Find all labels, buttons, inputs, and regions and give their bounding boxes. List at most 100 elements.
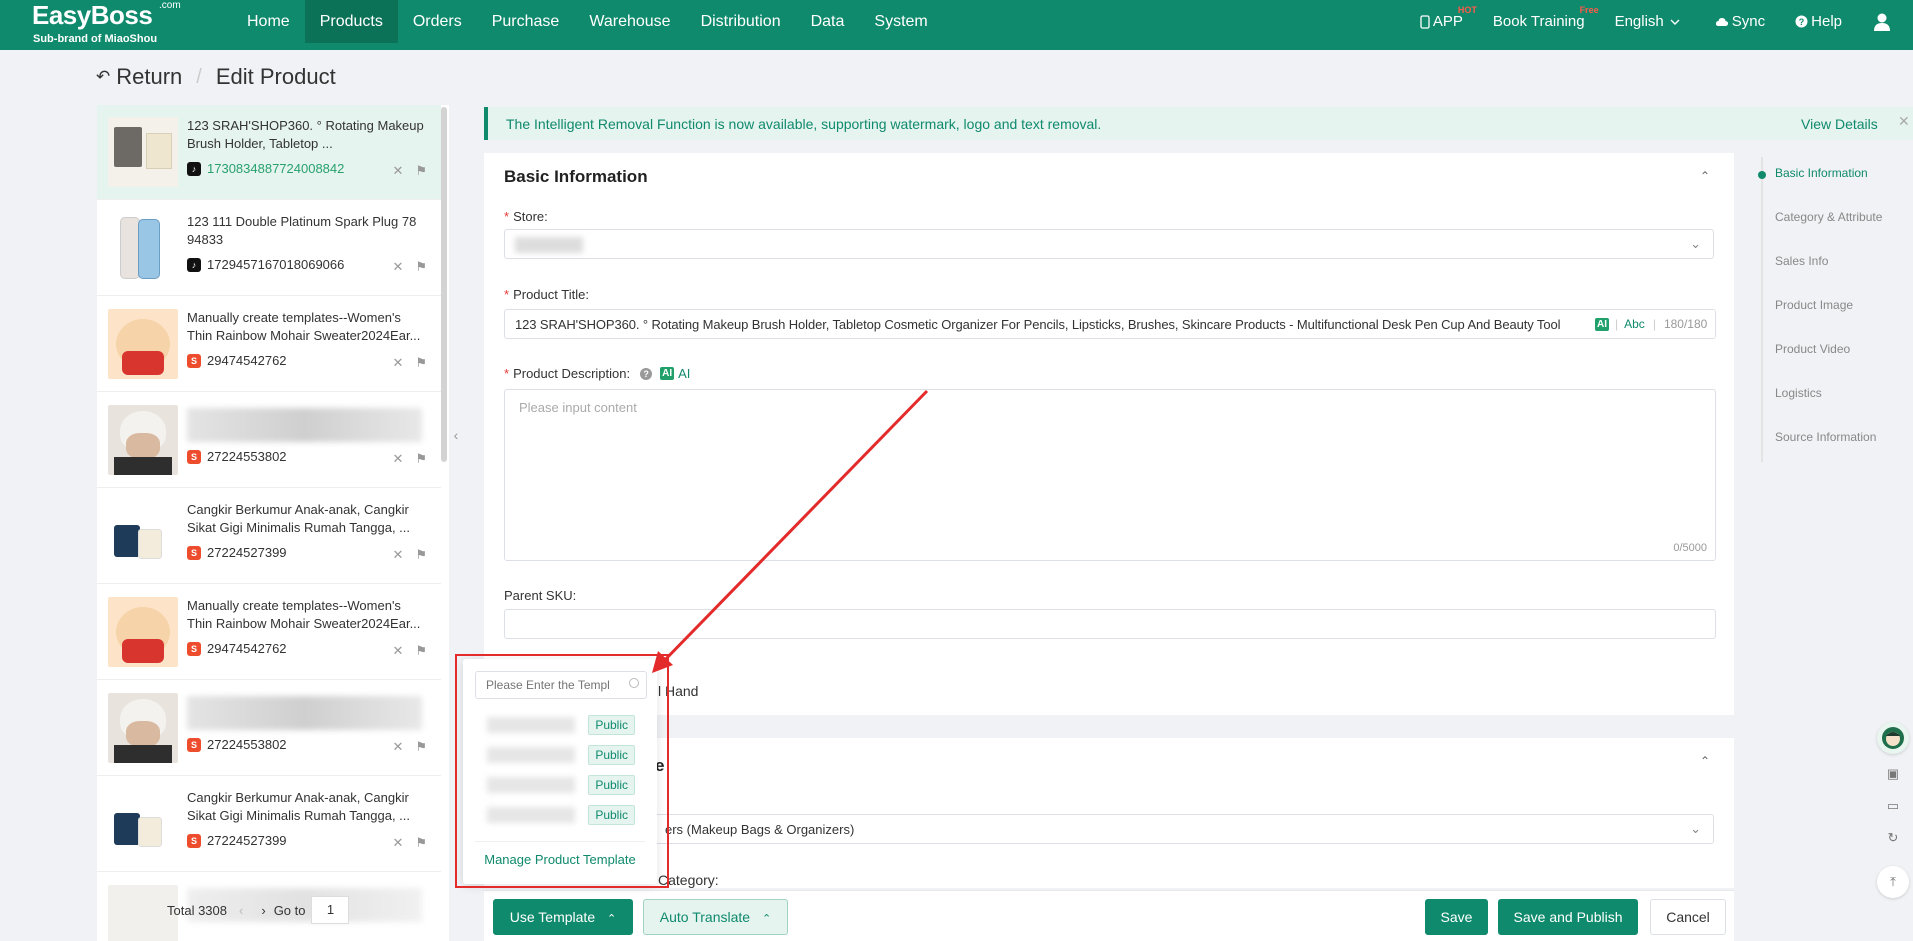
template-name-blurred bbox=[487, 807, 575, 823]
user-avatar[interactable] bbox=[1872, 12, 1895, 32]
free-badge: Free bbox=[1579, 5, 1599, 15]
shopee-icon: S bbox=[187, 833, 201, 848]
anchor-product-video[interactable]: Product Video bbox=[1775, 342, 1850, 356]
language-dropdown[interactable]: English bbox=[1615, 13, 1685, 30]
anchor-sales-info[interactable]: Sales Info bbox=[1775, 254, 1828, 268]
anchor-logistics[interactable]: Logistics bbox=[1775, 386, 1822, 400]
translate-abc-button[interactable]: Abc bbox=[1624, 317, 1645, 331]
page-input[interactable]: 1 bbox=[311, 896, 350, 924]
anchor-product-image[interactable]: Product Image bbox=[1775, 298, 1853, 312]
flag-icon[interactable]: ⚑ bbox=[415, 163, 427, 179]
app-link[interactable]: APP HOT bbox=[1420, 5, 1477, 30]
anchor-source-information[interactable]: Source Information bbox=[1775, 430, 1876, 444]
section-anchor-nav: Basic Information Category & Attribute S… bbox=[1758, 157, 1913, 462]
flag-icon[interactable]: ⚑ bbox=[415, 451, 427, 467]
remove-icon[interactable]: ✕ bbox=[392, 355, 403, 371]
template-item[interactable]: Public bbox=[487, 743, 635, 767]
menu-distribution[interactable]: Distribution bbox=[686, 0, 796, 43]
remove-icon[interactable]: ✕ bbox=[392, 739, 403, 755]
product-id: 1729457167018069066 bbox=[207, 257, 345, 272]
view-details-link[interactable]: View Details bbox=[1801, 116, 1878, 132]
save-and-publish-button[interactable]: Save and Publish bbox=[1498, 899, 1638, 935]
list-item[interactable]: 123 SRAH'SHOP360. ° Rotating Makeup Brus… bbox=[97, 105, 441, 200]
prev-page-icon[interactable]: ‹ bbox=[239, 903, 243, 918]
message-icon[interactable]: ▭ bbox=[1877, 790, 1909, 822]
category-attribute-section: e ⌃ ers (Makeup Bags & Organizers) ⌄ Cat… bbox=[484, 738, 1734, 888]
list-item[interactable]: Cangkir Berkumur Anak-anak, Cangkir Sika… bbox=[97, 489, 441, 584]
help-tooltip-icon[interactable]: ? bbox=[640, 367, 653, 380]
menu-warehouse[interactable]: Warehouse bbox=[574, 0, 685, 43]
product-title-value: 123 SRAH'SHOP360. ° Rotating Makeup Brus… bbox=[515, 317, 1561, 332]
sync-button[interactable]: Sync bbox=[1715, 13, 1765, 30]
support-avatar-icon[interactable] bbox=[1877, 722, 1909, 754]
store-select[interactable]: ⌄ bbox=[504, 229, 1714, 259]
return-link[interactable]: Return bbox=[116, 64, 182, 90]
list-item[interactable]: 123 111 Double Platinum Spark Plug 78 94… bbox=[97, 201, 441, 296]
template-search-input[interactable] bbox=[475, 671, 647, 699]
category-select[interactable]: ers (Makeup Bags & Organizers) ⌄ bbox=[504, 814, 1714, 844]
flag-icon[interactable]: ⚑ bbox=[415, 643, 427, 659]
product-title-blurred bbox=[187, 408, 422, 442]
help-button[interactable]: ? Help bbox=[1795, 13, 1842, 30]
flag-icon[interactable]: ⚑ bbox=[415, 835, 427, 851]
book-training-link[interactable]: Book Training Free bbox=[1492, 5, 1599, 30]
template-item[interactable]: Public bbox=[487, 773, 635, 797]
template-item[interactable]: Public bbox=[487, 803, 635, 827]
cancel-button[interactable]: Cancel bbox=[1650, 899, 1726, 935]
close-icon[interactable]: ✕ bbox=[1898, 113, 1910, 130]
description-ai-link[interactable]: AI bbox=[678, 366, 690, 381]
remove-icon[interactable]: ✕ bbox=[392, 547, 403, 563]
menu-system[interactable]: System bbox=[859, 0, 942, 43]
description-textarea[interactable]: Please input content 0/5000 bbox=[504, 389, 1716, 561]
menu-data[interactable]: Data bbox=[796, 0, 860, 43]
product-thumbnail bbox=[108, 789, 178, 859]
auto-translate-button[interactable]: Auto Translate ⌃ bbox=[643, 899, 788, 935]
flag-icon[interactable]: ⚑ bbox=[415, 355, 427, 371]
ai-rewrite-button[interactable]: AI bbox=[1595, 317, 1609, 331]
easyboss-logo[interactable]: EasyBoss .com Sub-brand of MiaoShou bbox=[28, 0, 181, 50]
list-item[interactable]: Manually create templates--Women's Thin … bbox=[97, 297, 441, 392]
sync-label: Sync bbox=[1731, 13, 1766, 30]
manage-template-link[interactable]: Manage Product Template bbox=[463, 852, 657, 867]
anchor-basic-information[interactable]: Basic Information bbox=[1775, 166, 1868, 180]
chevron-up-icon[interactable]: ⌃ bbox=[1700, 754, 1710, 768]
list-item[interactable]: Cangkir Berkumur Anak-anak, Cangkir Sika… bbox=[97, 777, 441, 872]
return-icon[interactable]: ↶ bbox=[96, 67, 110, 87]
menu-purchase[interactable]: Purchase bbox=[477, 0, 575, 43]
remove-icon[interactable]: ✕ bbox=[392, 643, 403, 659]
anchor-category-attribute[interactable]: Category & Attribute bbox=[1775, 210, 1882, 224]
flag-icon[interactable]: ⚑ bbox=[415, 259, 427, 275]
collapse-list-icon[interactable]: ‹ bbox=[449, 420, 463, 450]
product-title: 123 111 Double Platinum Spark Plug 78 94… bbox=[187, 214, 417, 247]
flag-icon[interactable]: ⚑ bbox=[415, 739, 427, 755]
back-to-top-icon[interactable]: ⤒ bbox=[1877, 866, 1909, 898]
book-training-label: Book Training bbox=[1492, 13, 1585, 30]
list-item[interactable]: S 27224553802 ✕ ⚑ bbox=[97, 393, 441, 488]
list-scrollbar[interactable] bbox=[441, 107, 447, 462]
ai-badge-icon[interactable]: AI bbox=[660, 367, 675, 380]
chevron-up-icon[interactable]: ⌃ bbox=[1700, 169, 1710, 183]
list-item[interactable]: Manually create templates--Women's Thin … bbox=[97, 585, 441, 680]
remove-icon[interactable]: ✕ bbox=[392, 163, 403, 179]
menu-orders[interactable]: Orders bbox=[398, 0, 477, 43]
product-title-input[interactable]: 123 SRAH'SHOP360. ° Rotating Makeup Brus… bbox=[504, 309, 1716, 339]
hand-option-label[interactable]: l Hand bbox=[658, 683, 698, 699]
list-item[interactable]: S 27224553802 ✕ ⚑ bbox=[97, 681, 441, 776]
remove-icon[interactable]: ✕ bbox=[392, 451, 403, 467]
flag-icon[interactable]: ⚑ bbox=[415, 547, 427, 563]
product-thumbnail bbox=[108, 117, 178, 187]
menu-home[interactable]: Home bbox=[232, 0, 305, 43]
save-button[interactable]: Save bbox=[1425, 899, 1488, 935]
store-value-blurred bbox=[515, 237, 583, 253]
main-menu: Home Products Orders Purchase Warehouse … bbox=[232, 0, 943, 50]
refresh-icon[interactable]: ↻ bbox=[1877, 822, 1909, 854]
remove-icon[interactable]: ✕ bbox=[392, 259, 403, 275]
use-template-button[interactable]: Use Template ⌃ bbox=[493, 899, 633, 935]
template-item[interactable]: Public bbox=[487, 713, 635, 737]
description-placeholder: Please input content bbox=[519, 400, 637, 415]
next-page-icon[interactable]: › bbox=[261, 903, 265, 918]
menu-products[interactable]: Products bbox=[304, 0, 398, 43]
remove-icon[interactable]: ✕ bbox=[392, 835, 403, 851]
parent-sku-input[interactable] bbox=[504, 609, 1716, 639]
feedback-icon[interactable]: ▣ bbox=[1877, 758, 1909, 790]
